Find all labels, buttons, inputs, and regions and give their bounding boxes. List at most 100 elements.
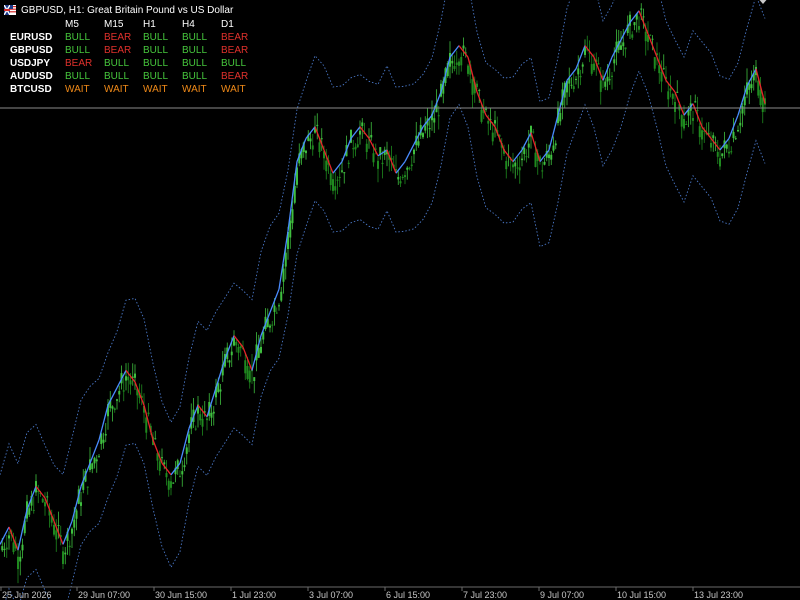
chart-scroll-marker-icon[interactable] — [757, 0, 769, 5]
signal-cell: BULL — [143, 71, 169, 82]
bull-candle — [8, 535, 10, 539]
signal-cell: WAIT — [182, 84, 207, 95]
bull-candle — [527, 143, 530, 148]
lower-envelope-band — [5, 69, 766, 600]
bear-candle — [671, 93, 674, 99]
bull-candle — [732, 131, 735, 139]
bear-candle — [683, 118, 685, 129]
timeframe-header: D1 — [221, 19, 234, 30]
bull-candle — [750, 84, 753, 89]
bull-candle — [620, 45, 622, 50]
bear-candle — [674, 101, 676, 112]
bull-candle — [64, 552, 67, 555]
bull-candle — [116, 399, 118, 401]
bull-candle — [102, 439, 105, 443]
bear-candle — [201, 418, 204, 427]
timeframe-header: M5 — [65, 19, 79, 30]
bull-candle — [28, 508, 31, 515]
bull-candle — [523, 147, 526, 155]
bear-candle — [491, 132, 494, 142]
bear-candle — [334, 186, 337, 191]
bear-candle — [728, 151, 730, 154]
trend-segment-up — [0, 526, 10, 545]
bear-candle — [653, 57, 656, 69]
bear-candle — [516, 167, 519, 169]
bear-candle — [399, 181, 402, 184]
bull-candle — [462, 45, 465, 49]
bull-candle — [278, 305, 280, 307]
bull-candle — [183, 465, 186, 468]
bull-candle — [433, 118, 436, 123]
bear-candle — [329, 173, 332, 186]
bull-candle — [737, 129, 739, 132]
bull-candle — [185, 447, 188, 454]
bear-candle — [401, 176, 404, 178]
bull-candle — [320, 138, 323, 140]
bull-candle — [521, 158, 523, 161]
bear-candle — [113, 408, 116, 411]
bear-candle — [122, 390, 125, 392]
bear-candle — [248, 370, 251, 383]
bear-candle — [660, 72, 663, 82]
bull-candle — [485, 108, 487, 110]
bear-candle — [165, 473, 168, 478]
time-axis-label: 1 Jul 23:00 — [232, 590, 276, 600]
time-axis-label: 3 Jul 07:00 — [309, 590, 353, 600]
signal-cell: BULL — [104, 71, 130, 82]
signal-cell: BULL — [182, 71, 208, 82]
bull-candle — [494, 120, 496, 124]
bear-candle — [710, 142, 712, 148]
trend-segment-up — [332, 161, 343, 174]
bull-candle — [260, 346, 262, 353]
bull-candle — [219, 389, 222, 392]
bull-candle — [111, 406, 114, 409]
signal-cell: BEAR — [104, 45, 132, 56]
bear-candle — [759, 89, 762, 105]
bear-candle — [525, 156, 528, 158]
time-axis-label: 29 Jun 07:00 — [78, 590, 130, 600]
signal-cell: BULL — [143, 32, 169, 43]
bull-candle — [581, 64, 584, 67]
trend-segment-up — [404, 143, 415, 162]
bull-candle — [125, 376, 127, 381]
bear-candle — [127, 376, 130, 381]
bear-candle — [590, 64, 593, 74]
bear-candle — [692, 118, 694, 121]
bull-candle — [662, 68, 665, 70]
bull-candle — [19, 556, 22, 562]
bear-candle — [602, 75, 604, 77]
bull-candle — [552, 145, 555, 151]
bear-candle — [631, 34, 634, 38]
bear-candle — [311, 145, 314, 150]
chart-window[interactable]: 25 Jun 2026 29 Jun 07:00 30 Jun 15:00 1 Jul… — [0, 0, 800, 600]
bear-candle — [12, 542, 15, 553]
signal-cell: BULL — [65, 71, 91, 82]
bull-candle — [1, 546, 4, 551]
bull-candle — [134, 373, 136, 378]
bear-candle — [318, 142, 321, 153]
bull-candle — [570, 84, 573, 86]
bull-candle — [651, 38, 654, 40]
bear-candle — [685, 123, 688, 125]
dashboard-symbol: USDJPY — [10, 58, 51, 69]
time-axis-label: 9 Jul 07:00 — [540, 590, 584, 600]
signal-dashboard: M5 M15 H1 H4 D1 EURUSD BULL BEAR BULL BULL BE… — [10, 19, 260, 97]
bull-candle — [604, 81, 607, 87]
bull-candle — [406, 167, 409, 170]
time-axis-label: 10 Jul 15:00 — [617, 590, 666, 600]
bear-candle — [145, 417, 148, 433]
bear-candle — [453, 65, 456, 69]
signal-cell: BULL — [182, 58, 208, 69]
bull-candle — [75, 510, 78, 519]
dashboard-row-gbpusd: GBPUSD BULL BEAR BULL BULL BEAR — [10, 45, 260, 58]
bull-candle — [154, 438, 157, 440]
bear-candle — [271, 324, 274, 326]
bull-candle — [428, 128, 431, 130]
bear-candle — [701, 130, 703, 140]
bear-candle — [593, 63, 595, 71]
bull-candle — [712, 135, 715, 139]
bear-candle — [579, 75, 582, 78]
time-axis: 25 Jun 2026 29 Jun 07:00 30 Jun 15:00 1 Jul… — [0, 587, 743, 600]
bear-candle — [505, 161, 508, 170]
bull-candle — [80, 502, 82, 506]
